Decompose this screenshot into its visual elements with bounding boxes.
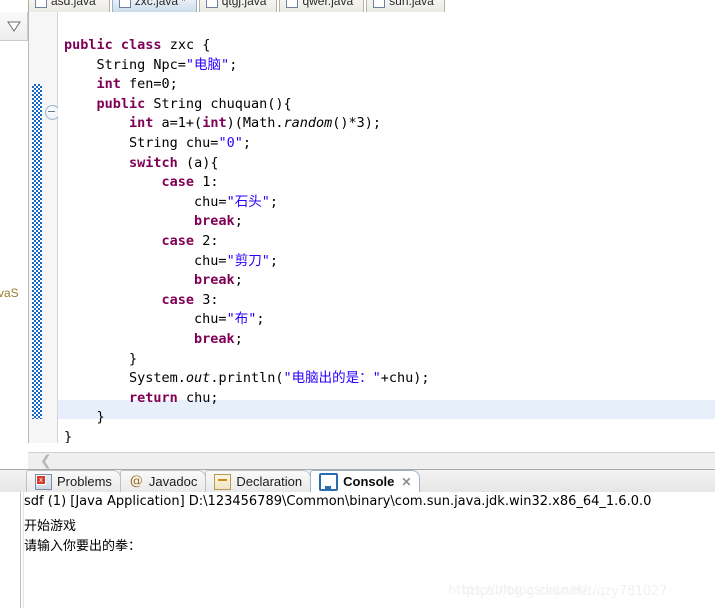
- code-text-area[interactable]: public class zxc { String Npc="电脑"; int …: [58, 12, 715, 452]
- tab-label: Declaration: [236, 474, 303, 489]
- editor-tab-sun[interactable]: sun.java: [366, 0, 445, 12]
- editor-tab-strip: asd.java zxc.java * qtgj.java qwer.java …: [28, 0, 715, 12]
- editor-horizontal-scrollbar[interactable]: ❮: [28, 452, 715, 469]
- change-indicator-bar: [32, 84, 42, 419]
- chevron-left-icon[interactable]: ❮: [40, 454, 52, 468]
- editor-tab-label: zxc.java: [134, 0, 179, 8]
- code-editor[interactable]: public class zxc { String Npc="电脑"; int …: [28, 12, 715, 452]
- editor-tab-label: asd.java: [51, 0, 96, 8]
- close-icon[interactable]: ✕: [401, 475, 411, 489]
- javadoc-at-icon: @: [129, 473, 143, 489]
- editor-tab-label: qtgj.java: [221, 0, 267, 8]
- watermark-text: https://blog.csdn.net/qzy781027: [462, 584, 668, 599]
- console-process-line: sdf (1) [Java Application] D:\123456789\…: [24, 494, 652, 509]
- editor-tab-qtgj[interactable]: qtgj.java: [198, 0, 278, 12]
- watermark: https://blog.csdn.net/... https://blog.c…: [448, 583, 715, 603]
- triangle-down-icon: [7, 21, 21, 32]
- sidebar-vertical-tab-javascript[interactable]: vaS: [0, 286, 19, 300]
- editor-tab-zxc[interactable]: zxc.java *: [111, 0, 197, 12]
- problems-icon: [35, 473, 52, 490]
- restore-view-button[interactable]: [0, 12, 28, 41]
- tab-console[interactable]: Console ✕: [310, 470, 421, 492]
- java-file-icon: [118, 0, 131, 8]
- eclipse-ide-window: vaS asd.java zxc.java * qtgj.java qwer.j…: [0, 0, 715, 608]
- editor-tab-label: sun.java: [389, 0, 434, 8]
- dirty-marker: *: [181, 0, 186, 8]
- editor-tab-asd[interactable]: asd.java: [28, 0, 110, 12]
- declaration-icon: [214, 473, 232, 490]
- tab-label: Console: [343, 474, 395, 489]
- editor-tab-qwer[interactable]: qwer.java: [279, 0, 365, 12]
- java-file-icon: [286, 0, 299, 8]
- java-file-icon: [373, 0, 386, 8]
- editor-tab-label: qwer.java: [302, 0, 354, 8]
- tab-javadoc[interactable]: @ Javadoc: [119, 470, 207, 492]
- tab-declaration[interactable]: Declaration: [205, 470, 312, 492]
- console-output-line: 请输入你要出的拳：: [24, 539, 142, 554]
- editor-gutter[interactable]: [29, 12, 60, 452]
- tab-label: Problems: [57, 474, 112, 489]
- source-code[interactable]: public class zxc { String Npc="电脑"; int …: [58, 12, 715, 447]
- console-monitor-icon: [319, 472, 339, 491]
- tab-problems[interactable]: Problems: [26, 470, 121, 492]
- bottom-view-tab-bar: Problems @ Javadoc Declaration Console ✕: [0, 470, 715, 492]
- java-file-icon: [35, 0, 47, 8]
- tab-label: Javadoc: [148, 474, 198, 489]
- java-file-icon: [205, 0, 218, 8]
- left-rail: vaS: [0, 0, 29, 468]
- console-output-line: 开始游戏: [24, 519, 77, 534]
